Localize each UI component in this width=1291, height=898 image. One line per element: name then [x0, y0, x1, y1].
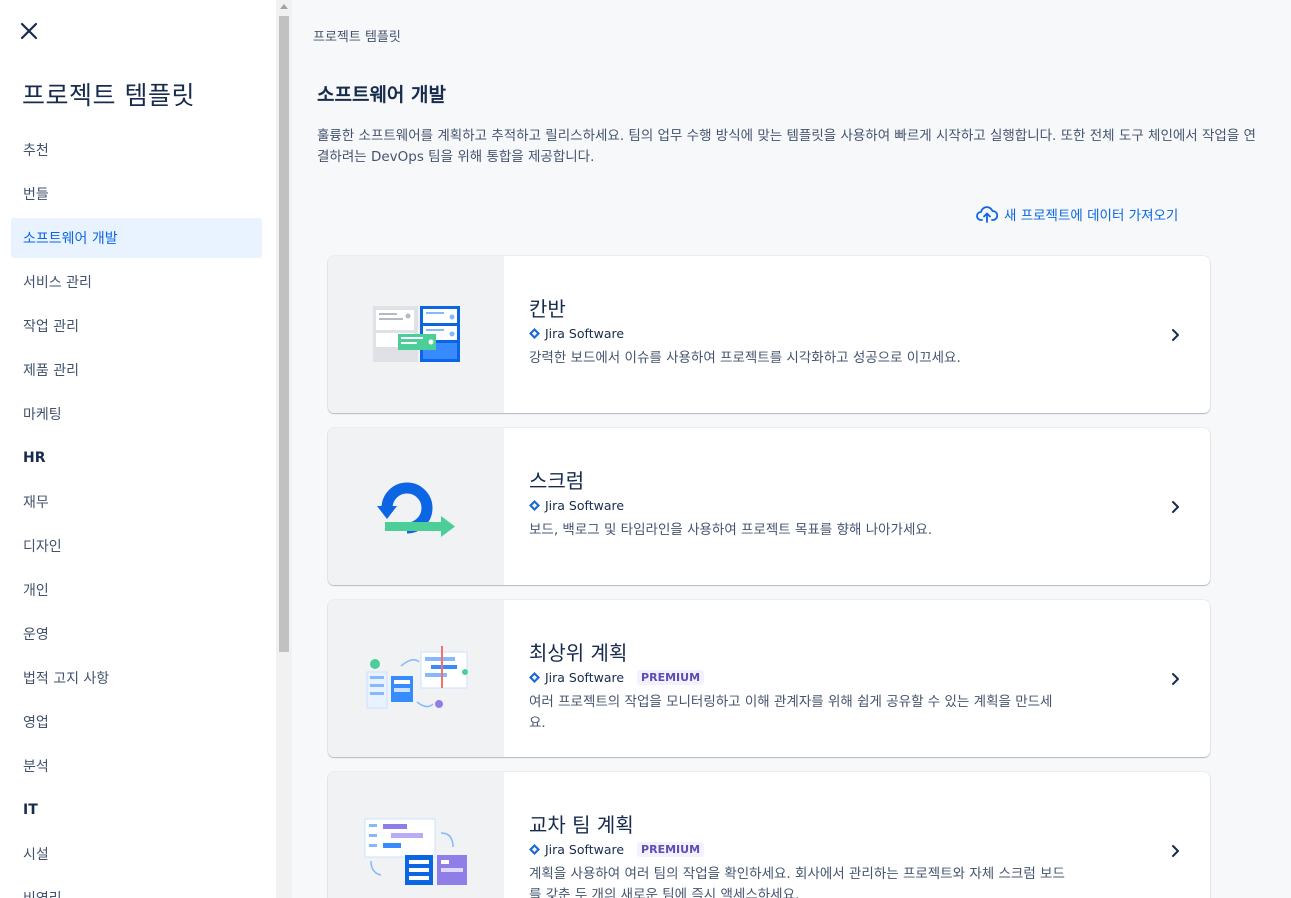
product-name: Jira Software: [545, 497, 625, 513]
template-card-scrum[interactable]: 스크럼 Jira Software 보드, 백로그 및 타임라인을 사용하여 프…: [328, 428, 1210, 585]
cross-team-planning-illustration: [328, 772, 504, 898]
card-body: 스크럼 Jira Software 보드, 백로그 및 타임라인을 사용하여 프…: [504, 428, 1210, 585]
card-product: Jira Software PREMIUM: [529, 840, 1210, 858]
premium-badge: PREMIUM: [637, 841, 705, 857]
product-name: Jira Software: [545, 325, 625, 341]
sidebar-item-work-management[interactable]: 작업 관리: [11, 306, 262, 346]
sidebar-item-hr[interactable]: HR: [11, 438, 262, 478]
sidebar-item-facilities[interactable]: 시설: [11, 834, 262, 874]
sidebar-item-nonprofit[interactable]: 비영리: [11, 878, 262, 898]
cloud-upload-icon: [976, 206, 998, 223]
sidebar-title: 프로젝트 템플릿: [22, 81, 195, 110]
scroll-thumb[interactable]: [279, 16, 289, 652]
import-data-link[interactable]: 새 프로젝트에 데이터 가져오기: [976, 204, 1178, 224]
close-button[interactable]: [16, 18, 42, 44]
sidebar-item-service-management[interactable]: 서비스 관리: [11, 262, 262, 302]
jira-logo-icon: [529, 499, 540, 511]
sidebar-item-recommended[interactable]: 추천: [11, 130, 262, 170]
sidebar-item-design[interactable]: 디자인: [11, 526, 262, 566]
close-icon: [20, 22, 38, 40]
card-body: 교차 팀 계획 Jira Software PREMIUM 계획을 사용하여 여…: [504, 772, 1210, 898]
scrum-illustration: [328, 428, 504, 585]
sidebar-item-it[interactable]: IT: [11, 790, 262, 830]
sidebar-item-analytics[interactable]: 분석: [11, 746, 262, 786]
page-description: 훌륭한 소프트웨어를 계획하고 추적하고 릴리스하세요. 팀의 업무 수행 방식…: [317, 128, 1256, 165]
sidebar-scrollbar[interactable]: [276, 0, 292, 898]
product-name: Jira Software: [545, 841, 625, 857]
product-name: Jira Software: [545, 669, 625, 685]
breadcrumb[interactable]: 프로젝트 템플릿: [313, 26, 401, 45]
card-description: 여러 프로젝트의 작업을 모니터링하고 이해 관계자를 위해 쉽게 공유할 수 …: [529, 694, 1053, 731]
card-body: 최상위 계획 Jira Software PREMIUM 여러 프로젝트의 작업…: [504, 600, 1210, 757]
kanban-illustration: [328, 256, 504, 413]
premium-badge: PREMIUM: [637, 669, 705, 685]
chevron-right-icon: [1172, 672, 1179, 685]
sidebar-item-legal[interactable]: 법적 고지 사항: [11, 658, 262, 698]
card-title: 교차 팀 계획: [529, 813, 634, 837]
sidebar-item-sales[interactable]: 영업: [11, 702, 262, 742]
import-data-label: 새 프로젝트에 데이터 가져오기: [1004, 208, 1179, 224]
sidebar-item-personal[interactable]: 개인: [11, 570, 262, 610]
template-card-kanban[interactable]: 칸반 Jira Software 강력한 보드에서 이슈를 사용하여 프로젝트를…: [328, 256, 1210, 413]
chevron-right-icon: [1172, 500, 1179, 513]
card-body: 칸반 Jira Software 강력한 보드에서 이슈를 사용하여 프로젝트를…: [504, 256, 1210, 413]
chevron-right-icon: [1172, 328, 1179, 341]
sidebar-item-operations[interactable]: 운영: [11, 614, 262, 654]
template-card-top-level-planning[interactable]: 최상위 계획 Jira Software PREMIUM 여러 프로젝트의 작업…: [328, 600, 1210, 757]
card-product: Jira Software: [529, 324, 1210, 342]
card-product: Jira Software PREMIUM: [529, 668, 1210, 686]
category-nav: 추천 번들 소프트웨어 개발 서비스 관리 작업 관리 제품 관리 마케팅 HR…: [11, 130, 262, 898]
jira-logo-icon: [529, 671, 540, 683]
sidebar-item-bundles[interactable]: 번들: [11, 174, 262, 214]
main-content: 프로젝트 템플릿 소프트웨어 개발 훌륭한 소프트웨어를 계획하고 추적하고 릴…: [292, 0, 1291, 898]
card-title: 칸반: [529, 297, 566, 321]
sidebar-item-finance[interactable]: 재무: [11, 482, 262, 522]
template-card-cross-team-planning[interactable]: 교차 팀 계획 Jira Software PREMIUM 계획을 사용하여 여…: [328, 772, 1210, 898]
sidebar-item-product-management[interactable]: 제품 관리: [11, 350, 262, 390]
top-level-planning-illustration: [328, 600, 504, 757]
card-description: 강력한 보드에서 이슈를 사용하여 프로젝트를 시각화하고 성공으로 이끄세요.: [529, 350, 961, 366]
card-title: 스크럼: [529, 469, 585, 493]
sidebar-item-software-development[interactable]: 소프트웨어 개발: [11, 218, 262, 258]
card-title: 최상위 계획: [529, 641, 628, 665]
chevron-right-icon: [1172, 844, 1179, 857]
sidebar: 프로젝트 템플릿 추천 번들 소프트웨어 개발 서비스 관리 작업 관리 제품 …: [0, 0, 276, 898]
card-description: 보드, 백로그 및 타임라인을 사용하여 프로젝트 목표를 향해 나아가세요.: [529, 522, 933, 538]
card-product: Jira Software: [529, 496, 1210, 514]
jira-logo-icon: [529, 327, 540, 339]
page-title: 소프트웨어 개발: [317, 84, 446, 106]
jira-logo-icon: [529, 843, 540, 855]
card-description: 계획을 사용하여 여러 팀의 작업을 확인하세요. 회사에서 관리하는 프로젝트…: [529, 866, 1065, 898]
sidebar-item-marketing[interactable]: 마케팅: [11, 394, 262, 434]
scroll-up-arrow-icon[interactable]: [280, 4, 288, 9]
